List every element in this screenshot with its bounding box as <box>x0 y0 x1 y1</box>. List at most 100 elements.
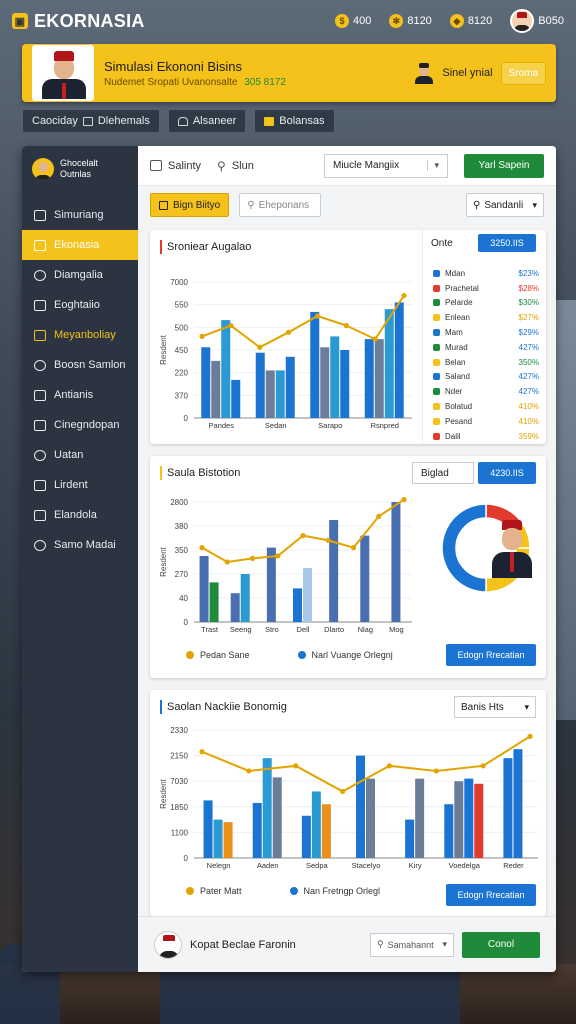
stat-profile[interactable]: B050 <box>510 9 564 33</box>
trend-point <box>224 559 230 565</box>
x-tick-label: Mog <box>389 625 404 634</box>
legend-value: 427% <box>518 372 539 382</box>
menu-icon <box>34 509 46 521</box>
banner-title: Simulasi Ekononi Bisins <box>104 58 243 74</box>
footer-search-input[interactable]: ⚲ Samahannt ▾ <box>370 932 454 957</box>
confirm-button[interactable]: Conol <box>462 931 540 958</box>
stat-value: 400 <box>352 15 372 27</box>
sidebar-item[interactable]: Samo Madai <box>22 530 138 560</box>
bar-line-chart: 2800 380 350 270 40 0 Resdent Trast Seeng Stro Del… <box>159 497 412 634</box>
sidebar-item[interactable]: Diamgalia <box>22 260 138 290</box>
legend-value: 410% <box>518 416 539 426</box>
resource-stats: $ 400 ✻ 8120 ◆ 8120 B050 <box>334 9 564 33</box>
tab-alsaneer[interactable]: Alsaneer <box>167 109 247 133</box>
chart-bar <box>230 593 240 622</box>
chart-bar <box>405 819 415 858</box>
document-icon <box>150 160 162 171</box>
panel-button[interactable]: 3250.IIS <box>478 234 536 252</box>
chart-bar <box>293 588 302 622</box>
x-tick-label: Stro <box>265 625 279 634</box>
toolbar: Salinty ⚲ Slun Miucle Mangiix ▾ Yarl Sap… <box>138 146 556 186</box>
trend-point <box>293 763 299 769</box>
banner-subtitle: Nudemet Sropati Uvanonsalte 305 8172 <box>104 76 286 88</box>
main-window: Ghocelalt Outnlas Simuriang Ekonasia Diamg… <box>22 146 556 972</box>
legend-label: Saland <box>445 372 470 382</box>
bar-line-chart: 2330 2150 7030 1850 1100 0 Resdent Nelegn Aaden S… <box>159 726 538 870</box>
bar-line-chart: 7000 550 500 450 220 370 0 Resdent Pandes Sedan Sa… <box>159 278 412 430</box>
chart-bar <box>310 311 320 418</box>
trend-point <box>314 313 321 319</box>
primary-action-button[interactable]: Yarl Sapein <box>464 153 544 178</box>
legend-row: Murad 427% <box>433 340 539 355</box>
sidebar-user[interactable]: Ghocelalt Outnlas <box>22 146 138 192</box>
y-tick-label: 380 <box>175 522 189 531</box>
tab-bolansas[interactable]: Bolansas <box>254 109 335 133</box>
legend-row: Mdan $23% <box>433 266 539 281</box>
tab-label: Caociday <box>32 115 78 127</box>
main-content: Salinty ⚲ Slun Miucle Mangiix ▾ Yarl Sap… <box>138 146 556 972</box>
toolbar-link-label: Slun <box>231 159 254 172</box>
chart-bar <box>240 574 250 622</box>
chart-bar <box>203 800 213 858</box>
sidebar-item[interactable]: Eoghtaiio <box>22 290 138 320</box>
sidebar-item-label: Meyanboliay <box>54 329 116 341</box>
legend-label: Nder <box>445 387 463 397</box>
donut-slice <box>441 503 487 593</box>
sidebar-item[interactable]: Uatan <box>22 440 138 470</box>
stat-gear[interactable]: ✻ 8120 <box>389 14 432 28</box>
card-value-button[interactable]: 4230.IIS <box>478 462 536 484</box>
sidebar-item[interactable]: Boosn Samlon <box>22 350 138 380</box>
chip-label: Bign Biityo <box>173 199 221 211</box>
sidebar-item-label: Diamgalia <box>54 269 103 281</box>
card-action-button[interactable]: Edogn Rrecatian <box>446 884 536 906</box>
sort-select[interactable]: ⚲ Sandanli ▾ <box>466 193 544 217</box>
app-brand: ▣ EKORNASIA <box>12 11 145 32</box>
chart-legend: Pater Matt Nan Fretngp Orlegl <box>186 886 380 896</box>
menu-icon <box>34 449 46 461</box>
search-placeholder: Samahannt <box>387 939 434 950</box>
legend-dot-icon <box>433 299 440 307</box>
stat-gems[interactable]: ◆ 8120 <box>449 14 492 28</box>
trend-point <box>376 513 382 519</box>
banner-button[interactable]: Sroma <box>500 61 546 85</box>
chart-bar <box>415 778 425 858</box>
sidebar-item[interactable]: Antianis <box>22 380 138 410</box>
chart-bar <box>454 781 464 858</box>
legend-row: Bolatud 410% <box>433 399 539 414</box>
legend-value: 427% <box>518 387 539 397</box>
sidebar-item[interactable]: Lirdent <box>22 470 138 500</box>
tab-caociday-dlehemals[interactable]: Caociday Dlehemals <box>22 109 160 133</box>
stat-coins[interactable]: $ 400 <box>334 14 372 28</box>
toolbar-link-slun[interactable]: ⚲ Slun <box>217 159 254 173</box>
sidebar-item-label: Simuriang <box>54 209 104 221</box>
side-panel: Onte 3250.IIS Mdan $23% Prachetal $28% Pelar… <box>422 230 546 444</box>
chart-bar <box>366 778 375 858</box>
chart-bar <box>391 502 401 622</box>
trend-point <box>433 768 439 774</box>
chart-bar <box>223 822 233 858</box>
toolbar-link-salinty[interactable]: Salinty <box>150 160 201 172</box>
chart-bar <box>201 347 211 418</box>
sidebar-item[interactable]: Cinegndopan <box>22 410 138 440</box>
sidebar-menu: Simuriang Ekonasia Diamgalia Eoghtaiio Meyan… <box>22 200 138 560</box>
y-axis-label: Resdent <box>159 778 168 809</box>
mode-select[interactable]: Miucle Mangiix ▾ <box>324 153 448 178</box>
card-action-button[interactable]: Edogn Rrecatian <box>446 644 536 666</box>
menu-icon <box>34 479 46 491</box>
sidebar-item[interactable]: Meyanboliay <box>22 320 138 350</box>
menu-icon <box>34 209 46 221</box>
avatar <box>32 158 54 180</box>
y-tick-label: 2330 <box>170 726 188 735</box>
filter-chip[interactable]: Bign Biityo <box>150 193 230 217</box>
chart-bar <box>252 802 262 858</box>
x-tick-label: Seeng <box>230 625 252 634</box>
legend-label: Mam <box>445 328 463 338</box>
sidebar-item-label: Eoghtaiio <box>54 299 100 311</box>
sidebar-item[interactable]: Simuriang <box>22 200 138 230</box>
search-input[interactable]: ⚲ Eheponans <box>239 193 322 217</box>
trend-point <box>285 329 292 335</box>
chart-bar <box>262 758 272 858</box>
sidebar-item[interactable]: Elandola <box>22 500 138 530</box>
sidebar-item[interactable]: Ekonasia <box>22 230 138 260</box>
legend-label: Enlean <box>445 313 470 323</box>
